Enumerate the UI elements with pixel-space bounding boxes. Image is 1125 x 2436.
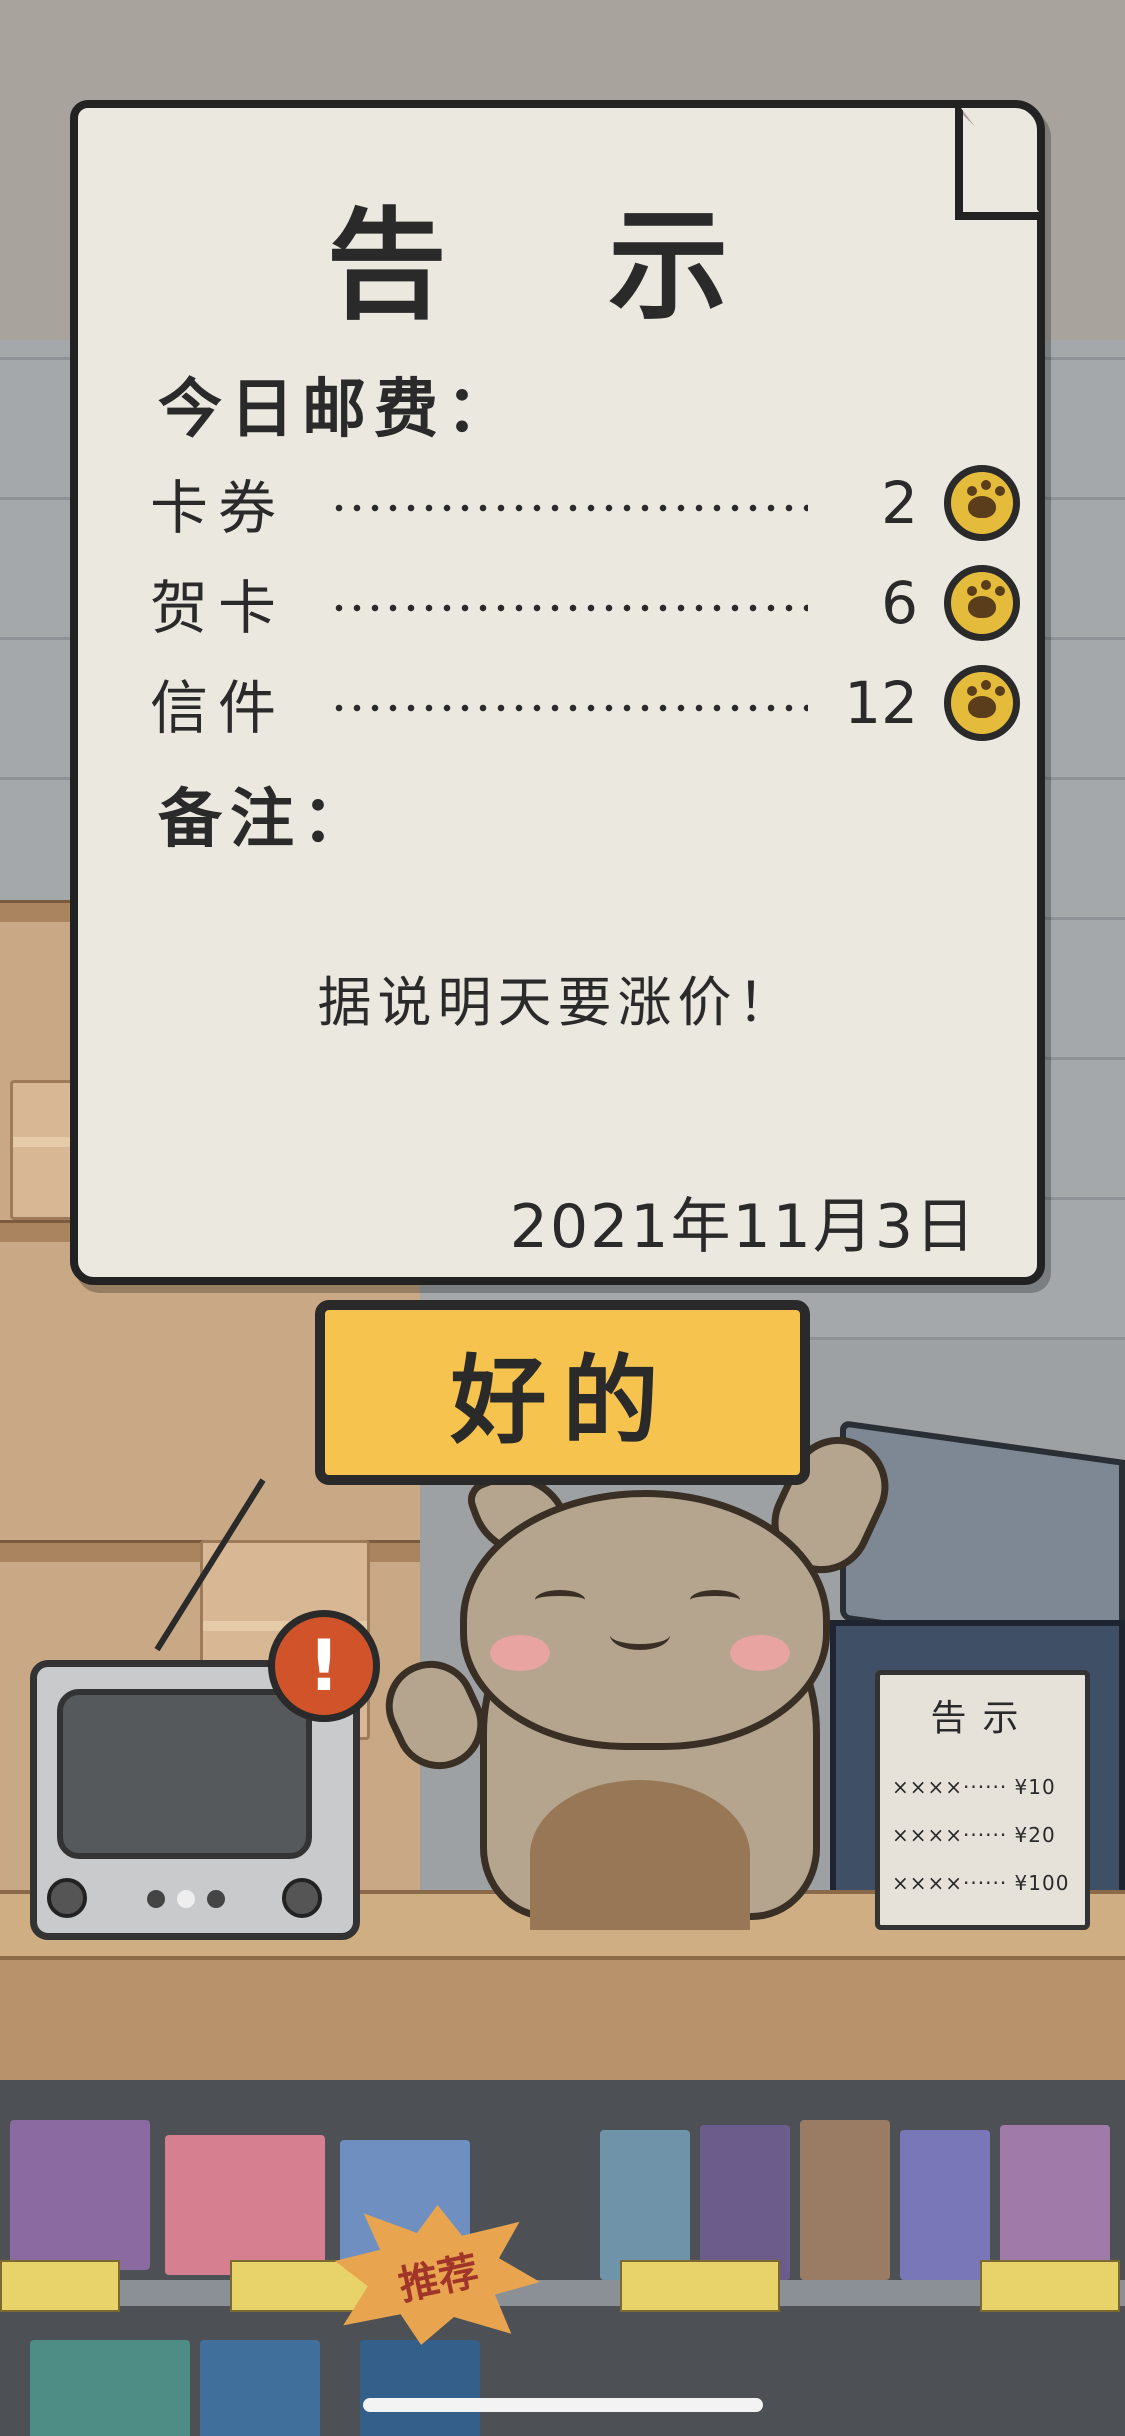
fee-price: 6	[881, 569, 918, 637]
fee-name: 卡券	[150, 474, 287, 542]
magazine	[700, 2125, 790, 2280]
alert-icon[interactable]: !	[268, 1610, 380, 1722]
cat-eye	[535, 1590, 585, 1610]
notice-title: 告 示	[326, 197, 789, 336]
cat-eye	[690, 1590, 740, 1610]
price-label	[620, 2260, 780, 2312]
magazine	[1000, 2125, 1110, 2280]
magazine	[360, 2340, 480, 2436]
magazine-shelf	[0, 2080, 1125, 2436]
notice-date: 2021年11月3日	[509, 1192, 977, 1262]
tv-knob	[47, 1878, 87, 1918]
ok-button[interactable]: 好的	[315, 1300, 810, 1485]
magazine	[30, 2340, 190, 2436]
tv-knob	[282, 1878, 322, 1918]
dot-leader	[330, 704, 808, 712]
small-notice-row: ××××······ ¥10	[892, 1775, 1056, 1799]
home-indicator[interactable]	[363, 2398, 763, 2412]
dot-leader	[330, 504, 808, 512]
price-label	[0, 2260, 120, 2312]
fees-heading: 今日邮费：	[158, 373, 518, 447]
tv-button	[147, 1890, 165, 1908]
notice-board: 告 示 今日邮费： 卡券 2 贺卡 6 信件 12 备注： 据说明天要涨价！ 2…	[70, 100, 1045, 1285]
fee-name: 信件	[150, 674, 287, 742]
fee-row-greeting-card: 贺卡 6	[150, 558, 1020, 648]
magazine	[600, 2130, 690, 2280]
shelf-rail	[0, 2280, 1125, 2306]
recommend-label: 推荐	[394, 2248, 483, 2310]
remarks-text: 据说明天要涨价！	[317, 971, 798, 1034]
counter-front	[0, 1960, 1125, 2080]
magazine	[900, 2130, 990, 2280]
cat-blush	[730, 1635, 790, 1671]
cat-belly	[530, 1780, 750, 1930]
game-scene: 推荐 ! 告示 ××××······ ¥10 ××××······ ¥20 ××…	[0, 0, 1125, 2436]
cat-blush	[490, 1635, 550, 1671]
tv-button	[207, 1890, 225, 1908]
paw-coin-icon	[944, 665, 1020, 741]
small-notice-row: ××××······ ¥20	[892, 1823, 1056, 1847]
cat-mouth	[610, 1620, 670, 1650]
paw-coin-icon	[944, 565, 1020, 641]
fee-name: 贺卡	[150, 574, 287, 642]
small-notice-row: ××××······ ¥100	[892, 1871, 1070, 1895]
small-notice-title: 告示	[930, 1698, 1035, 1739]
fee-row-letter: 信件 12	[150, 658, 1020, 748]
magazine	[800, 2120, 890, 2280]
remarks-heading: 备注：	[158, 783, 374, 857]
tv-button	[177, 1890, 195, 1908]
small-notice-card: 告示 ××××······ ¥10 ××××······ ¥20 ××××···…	[875, 1670, 1090, 1930]
cat-clerk[interactable]	[370, 1420, 905, 1930]
fee-row-coupon: 卡券 2	[150, 458, 1020, 548]
dot-leader	[330, 604, 808, 612]
fee-price: 12	[844, 669, 918, 737]
price-label	[980, 2260, 1120, 2312]
magazine	[10, 2120, 150, 2270]
paw-coin-icon	[944, 465, 1020, 541]
magazine	[200, 2340, 320, 2436]
tv-screen	[57, 1689, 312, 1859]
magazine	[165, 2135, 325, 2275]
fee-price: 2	[881, 469, 918, 537]
